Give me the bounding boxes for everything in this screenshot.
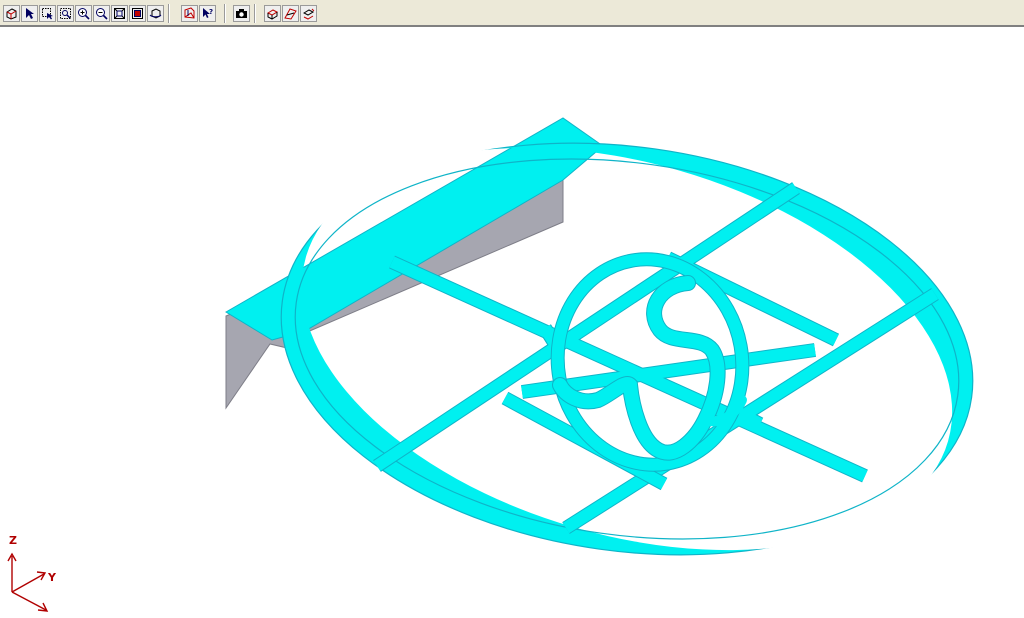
oval-ring xyxy=(280,142,974,556)
zoom-in-button[interactable] xyxy=(75,5,92,22)
zoom-out-button[interactable] xyxy=(93,5,110,22)
section-off-icon xyxy=(302,8,315,20)
zoom-in-icon xyxy=(78,8,90,20)
select-pointer-icon xyxy=(26,8,34,19)
select-window-icon xyxy=(42,8,53,20)
zoom-fit-icon xyxy=(114,8,125,19)
zoom-window-icon xyxy=(60,8,71,19)
toolbar: ? xyxy=(0,0,1024,27)
z-axis-label: Z xyxy=(9,534,17,547)
section-view-icon xyxy=(266,9,279,20)
zoom-fit-button[interactable] xyxy=(111,5,128,22)
toolbar-separator xyxy=(254,4,256,23)
help-pointer-icon: ? xyxy=(203,8,213,18)
snapshot-camera-icon xyxy=(236,9,247,18)
section-plane-icon xyxy=(284,8,297,20)
section-view-button[interactable] xyxy=(264,5,281,22)
zoom-window-button[interactable] xyxy=(57,5,74,22)
snapshot-camera-button[interactable] xyxy=(233,5,250,22)
isometric-view-icon xyxy=(6,8,17,20)
shade-mode-icon xyxy=(184,7,195,19)
model-viewport[interactable] xyxy=(0,27,1024,618)
section-off-button[interactable] xyxy=(300,5,317,22)
zoom-previous-button[interactable] xyxy=(129,5,146,22)
isometric-view-button[interactable] xyxy=(3,5,20,22)
rotate-view-icon xyxy=(149,8,162,19)
toolbar-separator xyxy=(168,4,170,23)
shade-mode-button[interactable] xyxy=(181,5,198,22)
help-pointer-button[interactable]: ? xyxy=(199,5,216,22)
svg-text:?: ? xyxy=(209,8,213,16)
select-window-button[interactable] xyxy=(39,5,56,22)
x-axis-line xyxy=(11,591,47,611)
y-axis-label: Y xyxy=(47,571,57,584)
select-pointer-button[interactable] xyxy=(21,5,38,22)
zoom-previous-icon xyxy=(132,8,143,19)
axis-triad: Z Y xyxy=(7,534,57,612)
section-plane-button[interactable] xyxy=(282,5,299,22)
rotate-view-button[interactable] xyxy=(147,5,164,22)
toolbar-separator xyxy=(224,4,226,23)
zoom-out-icon xyxy=(96,8,108,20)
y-axis-line xyxy=(11,573,45,593)
